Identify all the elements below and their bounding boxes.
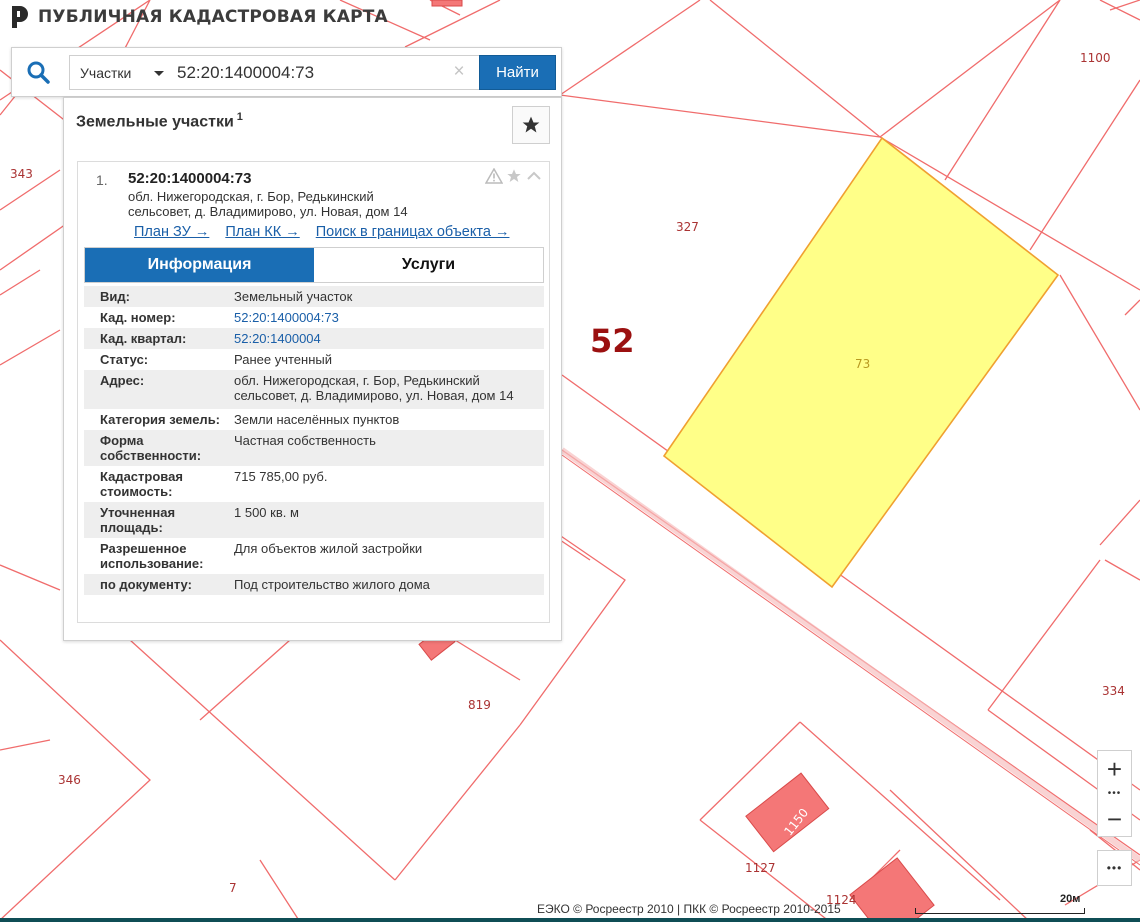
table-row: Вид: Земельный участок: [84, 286, 544, 307]
parcel-label-819: 819: [468, 698, 491, 712]
search-type-select[interactable]: Участки: [69, 55, 174, 90]
search-in-bounds-link[interactable]: Поиск в границах объекта →: [316, 224, 510, 240]
parcel-label-73: 73: [855, 357, 871, 371]
building-1150[interactable]: [745, 772, 830, 853]
info-table: Вид: Земельный участок Кад. номер: 52:20…: [84, 286, 544, 595]
cad-quarter-link[interactable]: 52:20:1400004: [234, 328, 544, 349]
search-icon[interactable]: [26, 60, 50, 84]
parcel-label-334: 334: [1102, 684, 1125, 698]
field-value: 1 500 кв. м: [234, 505, 299, 520]
cad-number-link[interactable]: 52:20:1400004:73: [234, 307, 544, 328]
zoom-in-button[interactable]: +: [1098, 751, 1131, 787]
parcel-label-327: 327: [676, 220, 699, 234]
results-count: 1: [236, 111, 243, 123]
search-submit-button[interactable]: Найти: [479, 55, 556, 90]
search-type-value: Участки: [80, 64, 132, 81]
result-actions: [485, 168, 543, 184]
field-label: Вид:: [100, 289, 130, 304]
field-value: Под строительство жилого дома: [234, 577, 430, 592]
warning-icon[interactable]: [485, 168, 503, 184]
field-value: 715 785,00 руб.: [234, 469, 328, 484]
parcel-label-343: 343: [10, 167, 33, 181]
result-tabs: Информация Услуги: [84, 247, 544, 283]
field-label: Адрес:: [100, 373, 145, 388]
tab-services[interactable]: Услуги: [314, 248, 543, 282]
zoom-controls: + ••• −: [1097, 750, 1132, 837]
chevron-up-icon[interactable]: [525, 168, 543, 184]
result-card: 1. 52:20:1400004:73 обл. Нижегородская, …: [77, 161, 550, 623]
plan-kk-link[interactable]: План КК →: [225, 224, 299, 240]
copyright-text: ЕЭКО © Росреестр 2010 | ПКК © Росреестр …: [537, 902, 841, 916]
search-bar: Участки × Найти: [11, 47, 562, 97]
table-row: Кадастровая стоимость: 715 785,00 руб.: [84, 466, 544, 502]
scale-bar: [915, 908, 1085, 914]
table-row: Кад. квартал: 52:20:1400004: [84, 328, 544, 349]
field-value: Земельный участок: [234, 289, 353, 304]
panel-title: Земельные участки 1: [76, 111, 243, 131]
zoom-out-button[interactable]: −: [1098, 801, 1131, 837]
result-links: План ЗУ → План КК → Поиск в границах объ…: [134, 224, 509, 240]
field-value: Ранее учтенный: [234, 352, 332, 367]
panel-title-text: Земельные участки: [76, 113, 234, 131]
result-cad-number[interactable]: 52:20:1400004:73: [128, 170, 251, 187]
table-row: Статус: Ранее учтенный: [84, 349, 544, 370]
zone-label: 52: [590, 322, 635, 360]
field-label: Категория земель:: [100, 412, 221, 427]
parcel-label-1127: 1127: [745, 861, 776, 875]
bottom-strip: [0, 918, 1140, 922]
tab-information[interactable]: Информация: [85, 248, 314, 282]
search-input[interactable]: [164, 55, 480, 90]
logo-icon: [12, 6, 28, 28]
scale-label: 20м: [1060, 893, 1081, 905]
field-value: обл. Нижегородская, г. Бор, Редькинский …: [234, 373, 514, 403]
star-icon[interactable]: [505, 168, 523, 184]
star-icon: [522, 116, 540, 133]
table-row: Разрешенное использование: Для объектов …: [84, 538, 544, 574]
result-index: 1.: [96, 172, 108, 188]
field-label: Форма собственности:: [100, 433, 202, 463]
more-tools-button[interactable]: •••: [1097, 850, 1132, 886]
result-address: обл. Нижегородская, г. Бор, Редькинский …: [128, 189, 408, 219]
zoom-slider-handle[interactable]: •••: [1098, 787, 1131, 799]
building-top-strip[interactable]: [431, 0, 463, 7]
app-header: ПУБЛИЧНАЯ КАДАСТРОВАЯ КАРТА: [10, 4, 388, 30]
field-label: по документу:: [100, 577, 192, 592]
table-row: Кад. номер: 52:20:1400004:73: [84, 307, 544, 328]
parcel-label-346: 346: [58, 773, 81, 787]
table-row: Категория земель: Земли населённых пункт…: [84, 409, 544, 430]
field-label: Кадастровая стоимость:: [100, 469, 183, 499]
field-label: Уточненная площадь:: [100, 505, 176, 535]
parcel-label-1100: 1100: [1080, 51, 1111, 65]
field-value: Для объектов жилой застройки: [234, 541, 423, 556]
clear-icon[interactable]: ×: [449, 60, 469, 84]
field-label: Статус:: [100, 352, 149, 367]
plan-zu-link[interactable]: План ЗУ →: [134, 224, 209, 240]
field-label: Разрешенное использование:: [100, 541, 204, 571]
chevron-down-icon: [154, 71, 164, 76]
table-row: Уточненная площадь: 1 500 кв. м: [84, 502, 544, 538]
field-value: Земли населённых пунктов: [234, 412, 400, 427]
field-label: Кад. квартал:: [100, 331, 187, 346]
results-panel: Земельные участки 1 1. 52:20:1400004:73 о…: [63, 97, 562, 641]
favorites-button[interactable]: [512, 106, 550, 144]
table-row: по документу: Под строительство жилого д…: [84, 574, 544, 595]
app-title: ПУБЛИЧНАЯ КАДАСТРОВАЯ КАРТА: [38, 7, 388, 27]
table-row: Форма собственности: Частная собственнос…: [84, 430, 544, 466]
table-row: Адрес: обл. Нижегородская, г. Бор, Редьк…: [84, 370, 544, 409]
field-label: Кад. номер:: [100, 310, 176, 325]
field-value: Частная собственность: [234, 433, 376, 448]
parcel-label-7: 7: [229, 881, 237, 895]
